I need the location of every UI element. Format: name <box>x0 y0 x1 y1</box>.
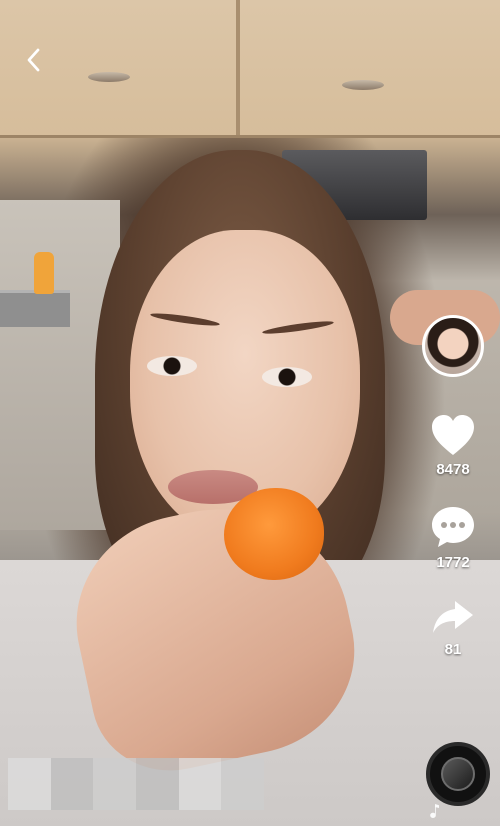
blur-block <box>178 758 222 784</box>
music-note-icon <box>430 804 439 818</box>
blur-block <box>50 784 94 810</box>
avatar[interactable] <box>422 315 484 377</box>
back-icon <box>27 48 40 72</box>
cabinet-handle-right <box>342 80 384 90</box>
orange-bottle <box>34 252 54 294</box>
blur-block <box>136 784 179 810</box>
like-count: 8478 <box>436 461 470 478</box>
blurred-caption <box>8 758 264 810</box>
left-eye <box>147 356 197 376</box>
kitchen-shelf <box>0 290 70 327</box>
blur-block <box>8 758 51 784</box>
cabinet-background <box>0 0 500 138</box>
blur-block <box>8 784 51 810</box>
cabinet-handle-left <box>88 72 130 82</box>
blur-block <box>50 758 94 784</box>
action-rail: 8478 1772 81 <box>418 315 488 658</box>
blur-block <box>178 784 222 810</box>
comment-icon <box>432 507 474 547</box>
blur-block <box>221 758 264 784</box>
share-button[interactable]: 81 <box>430 597 476 658</box>
heart-icon <box>432 415 474 455</box>
comment-count: 1772 <box>436 554 470 571</box>
music-disc[interactable] <box>426 742 490 806</box>
like-button[interactable]: 8478 <box>429 413 477 478</box>
share-icon <box>433 601 473 633</box>
blur-block <box>136 758 179 784</box>
comment-button[interactable]: 1772 <box>429 504 477 571</box>
blur-block <box>93 758 136 784</box>
blur-block <box>93 784 136 810</box>
right-eye <box>262 367 312 387</box>
makeup-sponge <box>224 488 324 580</box>
music-cover <box>441 757 475 791</box>
blur-block <box>221 784 264 810</box>
cabinet-divider <box>236 0 240 135</box>
video-screen[interactable]: 8478 1772 81 <box>0 0 500 826</box>
share-count: 81 <box>444 641 462 658</box>
back-button[interactable] <box>18 44 50 76</box>
